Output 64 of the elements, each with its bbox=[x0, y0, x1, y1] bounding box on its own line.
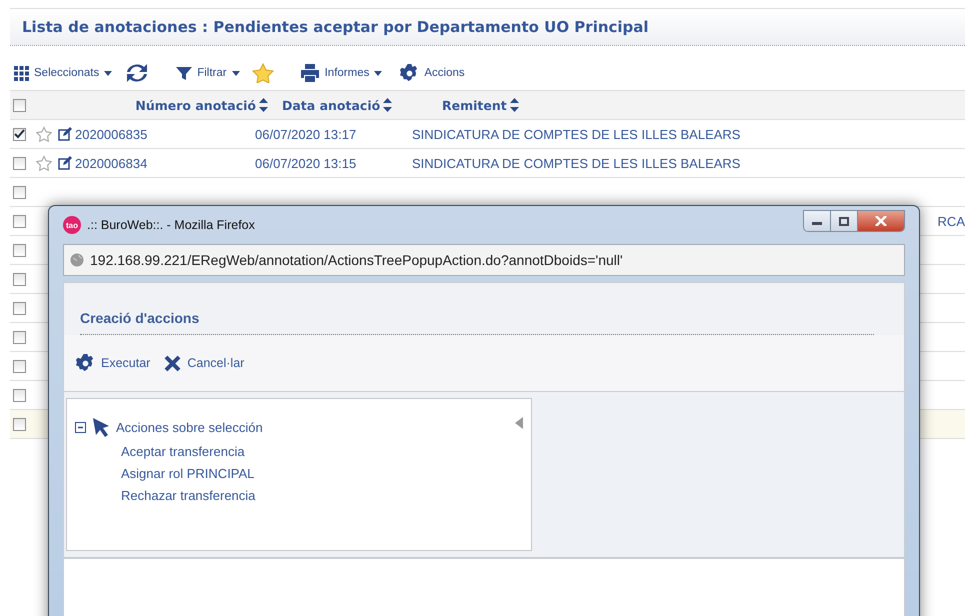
column-header[interactable]: Data anotació bbox=[282, 98, 442, 112]
edit-icon[interactable] bbox=[58, 127, 72, 141]
toolbar-button[interactable]: Filtrar bbox=[172, 66, 244, 80]
settings-icon bbox=[400, 64, 420, 82]
checkbox[interactable] bbox=[13, 272, 26, 286]
globe-icon bbox=[70, 253, 84, 267]
table-cell: SINDICATURA DE COMPTES DE LES ILLES BALEARS bbox=[412, 126, 740, 142]
checkbox[interactable] bbox=[13, 360, 26, 372]
caret-icon bbox=[232, 70, 240, 76]
tree-item[interactable]: Asignar rol PRINCIPAL bbox=[121, 466, 523, 481]
toolbar-button[interactable]: Accions bbox=[396, 64, 469, 82]
checkbox[interactable] bbox=[13, 186, 26, 198]
filter-icon bbox=[176, 66, 192, 80]
checkbox[interactable] bbox=[13, 330, 26, 344]
tree-item[interactable]: Acciones sobre selección bbox=[116, 420, 263, 434]
caret-icon bbox=[374, 70, 382, 76]
table-cell-text: 06/07/2020 13:15 bbox=[255, 156, 358, 170]
grid-icon bbox=[14, 66, 29, 80]
table-cell: SINDICATURA DE COMPTES DE LES ILLES BALEARS bbox=[412, 156, 740, 170]
edit-icon[interactable] bbox=[58, 156, 72, 170]
close-button[interactable] bbox=[858, 211, 904, 231]
table-cell[interactable]: 2020006835 bbox=[75, 126, 255, 142]
column-header[interactable]: Remitent bbox=[442, 98, 519, 112]
action-button[interactable]: Cancel·lar bbox=[164, 354, 244, 372]
star-icon[interactable] bbox=[252, 63, 274, 83]
app-logo: tao bbox=[63, 216, 81, 234]
checkbox[interactable] bbox=[13, 244, 26, 256]
star-icon[interactable] bbox=[36, 126, 52, 142]
toolbar-button[interactable]: Seleccionats bbox=[10, 66, 116, 80]
table-cell: RCA bbox=[938, 214, 965, 228]
close-icon bbox=[875, 216, 887, 226]
checkbox[interactable] bbox=[13, 214, 26, 228]
collapse-toggle-icon[interactable] bbox=[75, 422, 86, 432]
checkbox[interactable] bbox=[13, 302, 26, 314]
address-bar[interactable]: 192.168.99.221/ERegWeb/annotation/ActionsTreePopupAction.do?annotDboids='null' bbox=[63, 244, 905, 276]
tree-item[interactable]: Rechazar transferencia bbox=[121, 488, 523, 503]
checkbox[interactable] bbox=[13, 156, 26, 170]
collapse-panel-icon[interactable] bbox=[515, 417, 523, 429]
panel-heading: Creació d'accions bbox=[80, 310, 200, 326]
cursor-icon bbox=[92, 417, 110, 437]
url-text: 192.168.99.221/ERegWeb/annotation/ActionsTreePopupAction.do?annotDboids='null' bbox=[90, 252, 623, 268]
printer-icon bbox=[300, 64, 320, 82]
window-title: .:: BuroWeb::. - Mozilla Firefox bbox=[87, 218, 255, 232]
sort-icon bbox=[510, 98, 519, 112]
toolbar-button[interactable]: Informes bbox=[296, 64, 386, 82]
settings-icon bbox=[76, 354, 95, 372]
maximize-icon bbox=[839, 216, 849, 226]
star-icon[interactable] bbox=[36, 155, 52, 171]
table-cell[interactable]: 2020006834 bbox=[75, 156, 255, 170]
tree-item[interactable]: Aceptar transferencia bbox=[121, 444, 523, 459]
close-icon bbox=[164, 354, 182, 372]
maximize-button[interactable] bbox=[831, 211, 858, 231]
checkbox[interactable] bbox=[13, 98, 26, 112]
table-cell-text: 06/07/2020 13:17 bbox=[255, 126, 358, 142]
caret-icon bbox=[104, 70, 112, 76]
minimize-button[interactable] bbox=[804, 211, 831, 231]
column-header[interactable]: Número anotació bbox=[116, 98, 282, 112]
action-button[interactable]: Executar bbox=[76, 354, 150, 372]
checkbox[interactable] bbox=[13, 388, 26, 402]
checkbox[interactable] bbox=[13, 418, 26, 430]
checkbox[interactable] bbox=[13, 128, 26, 140]
sort-icon bbox=[383, 98, 392, 112]
page-title: Lista de anotaciones : Pendientes aceptar por Departamento UO Principal bbox=[22, 18, 649, 36]
sort-icon bbox=[259, 98, 268, 112]
